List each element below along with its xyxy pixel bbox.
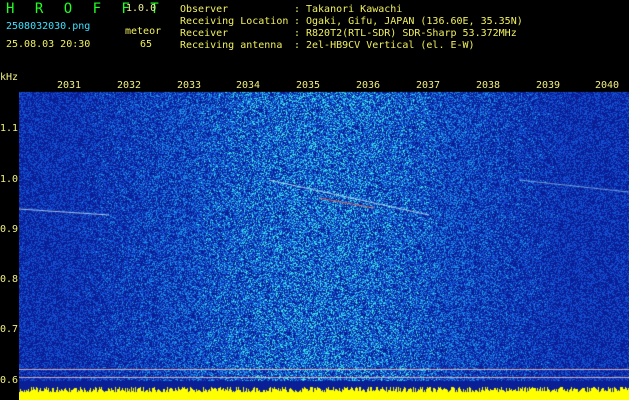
info-key-observer: Observer (180, 4, 229, 15)
file-name: 2508032030.png (6, 21, 91, 32)
y-tick-label: 1.0 (0, 174, 19, 185)
spectrogram (19, 80, 629, 400)
info-sep: : (294, 4, 301, 15)
time-tick-label: 2033 (177, 80, 202, 91)
info-value-observer: Takanori Kawachi (306, 4, 403, 15)
y-tick-label: 1.1 (0, 123, 19, 134)
time-tick-label: 2031 (57, 80, 82, 91)
info-sep: : (294, 40, 301, 51)
app-version: 1.0.0 (126, 3, 157, 14)
time-tick-label: 2032 (117, 80, 142, 91)
time-tick-label: 2036 (356, 80, 381, 91)
time-tick-label: 2040 (595, 80, 620, 91)
time-tick-label: 2037 (416, 80, 441, 91)
y-tick-label: 0.7 (0, 324, 19, 335)
frequency-axis: 1.1 1.0 0.9 0.8 0.7 0.6 (0, 80, 19, 400)
info-key-antenna: Receiving antenna (180, 40, 283, 51)
time-axis: 2031 2032 2033 2034 2035 2036 2037 2038 … (19, 80, 629, 92)
time-tick-label: 2038 (476, 80, 501, 91)
info-value-location: Ogaki, Gifu, JAPAN (136.60E, 35.35N) (306, 16, 523, 27)
y-tick-label: 0.6 (0, 375, 19, 386)
file-timestamp: 25.08.03 20:30 (6, 39, 91, 50)
info-sep: : (294, 28, 301, 39)
info-sep: : (294, 16, 301, 27)
info-key-receiver: Receiver (180, 28, 229, 39)
info-value-receiver: R820T2(RTL-SDR) SDR-Sharp 53.372MHz (306, 28, 517, 39)
meteor-count: 65 (140, 39, 153, 50)
info-key-location: Receiving Location (180, 16, 289, 27)
y-tick-label: 0.9 (0, 224, 19, 235)
time-tick-label: 2035 (296, 80, 321, 91)
meteor-label: meteor (125, 26, 162, 37)
time-tick-label: 2034 (236, 80, 261, 91)
y-tick-label: 0.8 (0, 274, 19, 285)
info-value-antenna: 2el-HB9CV Vertical (el. E-W) (306, 40, 475, 51)
time-tick-label: 2039 (536, 80, 561, 91)
